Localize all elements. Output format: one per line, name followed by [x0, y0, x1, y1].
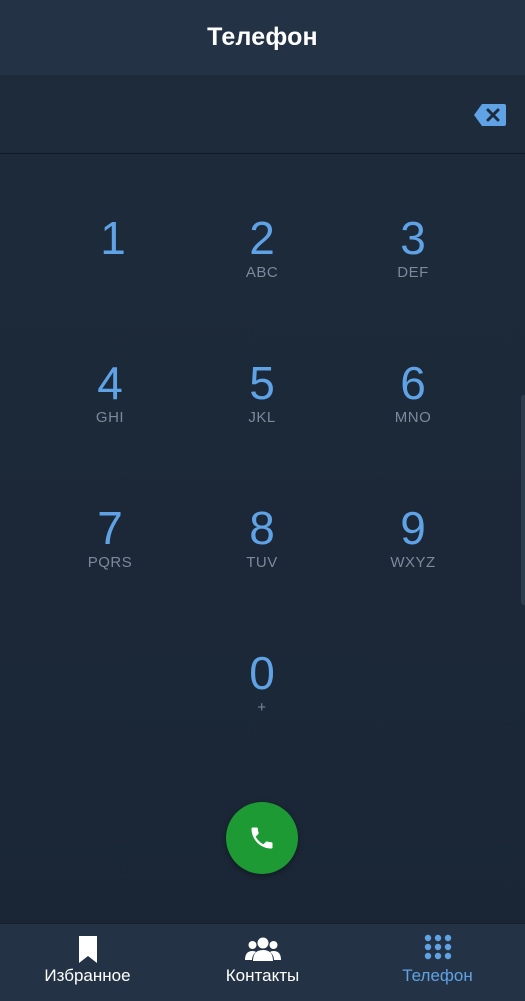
dialpad: 1 2 ABC 3 DEF 4 GHI 5 JKL 6 MNO 7 PQRS 8…: [0, 154, 525, 754]
key-digit: 2: [249, 212, 275, 264]
scroll-indicator: [521, 395, 525, 605]
key-digit: 0: [249, 647, 275, 699]
key-digit: 9: [400, 502, 426, 554]
number-display[interactable]: [20, 93, 450, 135]
key-letters: PQRS: [87, 554, 133, 571]
key-digit: 8: [249, 502, 275, 554]
key-digit: 1: [100, 212, 126, 264]
key-digit: 6: [400, 357, 426, 409]
key-digit: 3: [400, 212, 426, 264]
key-2[interactable]: 2 ABC: [187, 184, 337, 304]
backspace-button[interactable]: [473, 103, 507, 127]
key-0[interactable]: 0 +: [187, 619, 337, 739]
key-digit: 7: [97, 502, 123, 554]
key-1[interactable]: 1: [38, 184, 188, 304]
bottom-navigation: Избранное Контакты Телефон: [0, 923, 525, 1001]
key-letters: WXYZ: [390, 554, 436, 571]
nav-label: Телефон: [402, 966, 473, 985]
key-6[interactable]: 6 MNO: [338, 329, 488, 449]
phone-icon: [251, 827, 273, 849]
number-bar: [0, 75, 525, 154]
app-bar: Телефон: [0, 0, 525, 75]
dialpad-icon: [424, 934, 451, 960]
key-digit: 4: [97, 357, 123, 409]
key-3[interactable]: 3 DEF: [338, 184, 488, 304]
key-5[interactable]: 5 JKL: [187, 329, 337, 449]
key-letters: GHI: [95, 409, 125, 426]
key-9[interactable]: 9 WXYZ: [338, 474, 488, 594]
key-7[interactable]: 7 PQRS: [35, 474, 185, 594]
key-8[interactable]: 8 TUV: [187, 474, 337, 594]
nav-phone[interactable]: Телефон: [350, 924, 525, 1001]
nav-favorites[interactable]: Избранное: [0, 924, 175, 1001]
key-digit: 5: [249, 357, 275, 409]
key-letters: ABC: [245, 264, 279, 281]
key-letters: +: [257, 699, 267, 716]
nav-contacts[interactable]: Контакты: [175, 924, 350, 1001]
key-4[interactable]: 4 GHI: [35, 329, 185, 449]
key-letters: MNO: [394, 409, 432, 426]
people-icon: [244, 937, 281, 961]
page-title: Телефон: [207, 23, 318, 51]
call-button[interactable]: [226, 802, 298, 874]
bookmark-icon: [78, 936, 97, 963]
nav-label: Контакты: [225, 966, 300, 985]
key-letters: JKL: [248, 409, 276, 426]
nav-label: Избранное: [44, 966, 131, 985]
key-letters: DEF: [397, 264, 429, 281]
backspace-icon: [474, 104, 506, 126]
key-letters: TUV: [246, 554, 278, 571]
